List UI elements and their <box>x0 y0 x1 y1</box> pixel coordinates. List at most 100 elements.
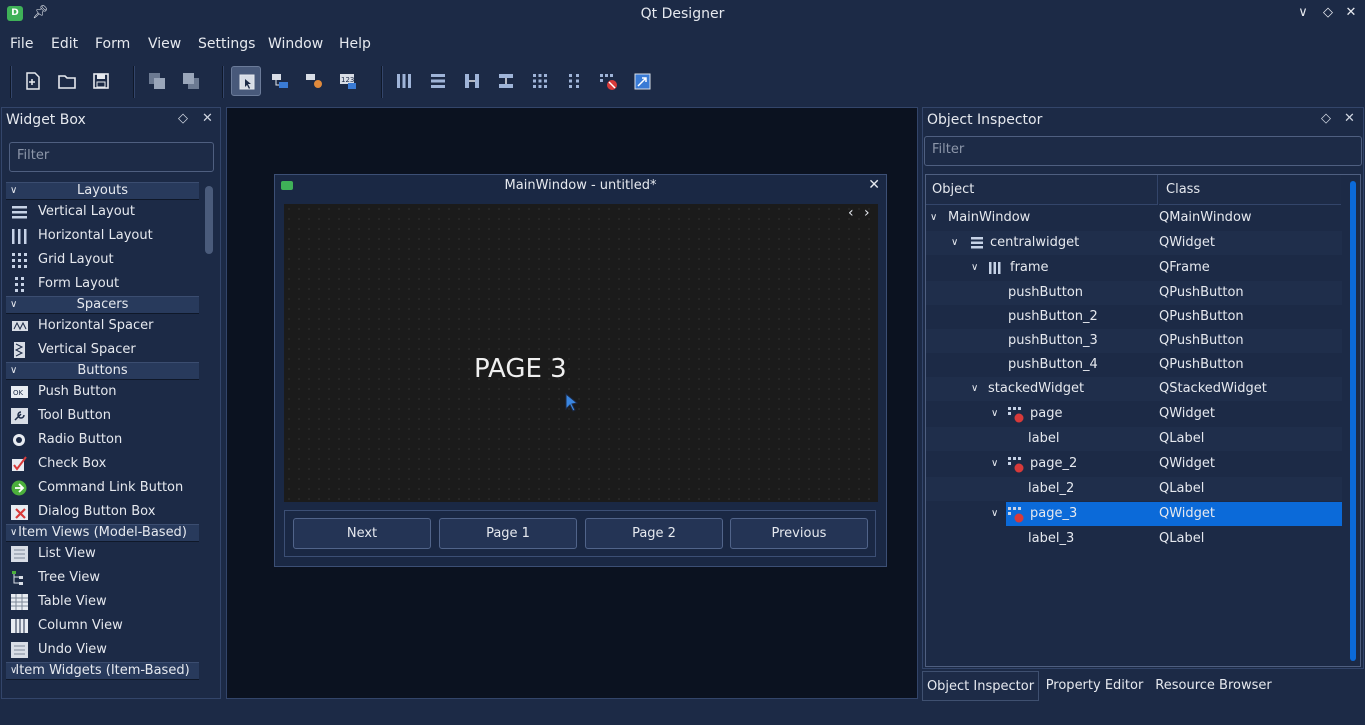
tree-row[interactable]: ∨ stackedWidget QStackedWidget <box>926 377 1342 401</box>
maximize-icon[interactable]: ◇ <box>1320 5 1336 20</box>
float-panel-icon[interactable]: ◇ <box>1321 111 1331 126</box>
close-panel-icon[interactable]: ✕ <box>1344 111 1355 126</box>
edit-signals-slots-button[interactable] <box>265 66 295 96</box>
tree-row[interactable]: ∨ page QWidget <box>926 402 1342 426</box>
widget-vertical-layout[interactable]: Vertical Layout <box>6 200 199 224</box>
page-1-button[interactable]: Page 1 <box>439 518 577 549</box>
new-form-button[interactable] <box>18 66 48 96</box>
category-layouts[interactable]: ∨ Layouts <box>6 182 199 200</box>
next-button[interactable]: Next <box>293 518 431 549</box>
widget-check-box[interactable]: Check Box <box>6 452 199 476</box>
chevron-left-icon[interactable]: ‹ <box>848 205 854 221</box>
widget-radio-button[interactable]: Radio Button <box>6 428 199 452</box>
toolbar-handle[interactable] <box>10 66 12 98</box>
stacked-widget[interactable]: ‹ › PAGE 3 <box>284 204 878 502</box>
tree-row[interactable]: label_2 QLabel <box>926 477 1342 501</box>
menu-settings[interactable]: Settings <box>198 36 255 52</box>
menu-view[interactable]: View <box>148 36 181 52</box>
menu-window[interactable]: Window <box>268 36 323 52</box>
tab-property-editor[interactable]: Property Editor <box>1040 671 1149 701</box>
tab-object-inspector[interactable]: Object Inspector <box>922 671 1039 701</box>
bring-to-front-button[interactable] <box>142 66 172 96</box>
chevron-down-icon[interactable]: ∨ <box>991 502 998 526</box>
tree-row[interactable]: pushButton_3 QPushButton <box>926 329 1342 353</box>
form-window[interactable]: MainWindow - untitled* ✕ ‹ › PAGE 3 Next… <box>274 174 887 567</box>
widget-box-scrollbar[interactable] <box>205 186 213 694</box>
category-spacers[interactable]: ∨ Spacers <box>6 296 199 314</box>
tree-row[interactable]: label QLabel <box>926 427 1342 451</box>
tree-row[interactable]: ∨ centralwidget QWidget <box>926 231 1342 255</box>
lay-out-in-grid-button[interactable] <box>525 66 555 96</box>
chevron-down-icon[interactable]: ∨ <box>930 206 937 230</box>
widget-undo-view[interactable]: Undo View <box>6 638 199 662</box>
edit-widgets-button[interactable] <box>231 66 261 96</box>
page-2-button[interactable]: Page 2 <box>585 518 723 549</box>
object-filter-input[interactable]: Filter <box>924 136 1362 166</box>
edit-widgets-icon <box>239 74 255 90</box>
send-to-back-button[interactable] <box>176 66 206 96</box>
widget-horizontal-layout[interactable]: Horizontal Layout <box>6 224 199 248</box>
column-header-class[interactable]: Class <box>1159 175 1341 205</box>
close-icon[interactable]: ✕ <box>868 177 880 193</box>
widget-tree-view[interactable]: Tree View <box>6 566 199 590</box>
scrollbar-thumb[interactable] <box>205 186 213 254</box>
break-layout-button[interactable] <box>593 66 623 96</box>
open-form-button[interactable] <box>52 66 82 96</box>
tree-row[interactable]: ∨ MainWindow QMainWindow <box>926 206 1342 230</box>
chevron-down-icon[interactable]: ∨ <box>991 452 998 476</box>
category-item-widgets[interactable]: ∨ Item Widgets (Item-Based) <box>6 662 199 680</box>
edit-tab-order-button[interactable]: 123 <box>333 66 363 96</box>
chevron-down-icon: ∨ <box>10 665 18 676</box>
tree-row[interactable]: label_3 QLabel <box>926 527 1342 551</box>
lay-out-in-form-button[interactable] <box>559 66 589 96</box>
tree-row[interactable]: pushButton_4 QPushButton <box>926 353 1342 377</box>
menu-edit[interactable]: Edit <box>51 36 78 52</box>
widget-dialog-button-box[interactable]: Dialog Button Box <box>6 500 199 524</box>
chevron-down-icon[interactable]: ∨ <box>971 377 978 401</box>
check-box-icon <box>12 456 27 471</box>
widget-horizontal-spacer[interactable]: Horizontal Spacer <box>6 314 199 338</box>
widget-form-layout[interactable]: Form Layout <box>6 272 199 296</box>
close-icon[interactable]: ✕ <box>1343 5 1359 20</box>
menu-form[interactable]: Form <box>95 36 130 52</box>
tree-row[interactable]: ∨ frame QFrame <box>926 256 1342 280</box>
menu-help[interactable]: Help <box>339 36 371 52</box>
category-item-views[interactable]: ∨ Item Views (Model-Based) <box>6 524 199 542</box>
widget-filter-input[interactable]: Filter <box>9 142 214 172</box>
chevron-down-icon[interactable]: ∨ <box>951 231 958 255</box>
close-panel-icon[interactable]: ✕ <box>202 111 213 126</box>
tree-row[interactable]: ∨ page_2 QWidget <box>926 452 1342 476</box>
adjust-size-button[interactable] <box>627 66 657 96</box>
chevron-down-icon[interactable]: ∨ <box>991 402 998 426</box>
edit-buddies-button[interactable] <box>299 66 329 96</box>
widget-table-view[interactable]: Table View <box>6 590 199 614</box>
widget-command-link-button[interactable]: Command Link Button <box>6 476 199 500</box>
previous-button[interactable]: Previous <box>730 518 868 549</box>
column-header-object[interactable]: Object <box>926 175 1158 205</box>
lay-out-horizontally-button[interactable] <box>389 66 419 96</box>
menu-file[interactable]: File <box>10 36 33 52</box>
float-panel-icon[interactable]: ◇ <box>178 111 188 126</box>
page-label[interactable]: PAGE 3 <box>474 354 567 384</box>
vertical-layout-icon <box>431 74 445 88</box>
tree-row-selected[interactable]: ∨ page_3 QWidget <box>926 502 1342 526</box>
horizontal-splitter-button[interactable] <box>457 66 487 96</box>
widget-column-view[interactable]: Column View <box>6 614 199 638</box>
minimize-icon[interactable]: ∨ <box>1295 5 1311 20</box>
chevron-down-icon[interactable]: ∨ <box>971 256 978 280</box>
vertical-splitter-button[interactable] <box>491 66 521 96</box>
save-form-button[interactable] <box>86 66 116 96</box>
category-buttons[interactable]: ∨ Buttons <box>6 362 199 380</box>
widget-list-view[interactable]: List View <box>6 542 199 566</box>
widget-vertical-spacer[interactable]: Vertical Spacer <box>6 338 199 362</box>
widget-grid-layout[interactable]: Grid Layout <box>6 248 199 272</box>
chevron-right-icon[interactable]: › <box>864 205 870 221</box>
tree-row[interactable]: pushButton QPushButton <box>926 281 1342 305</box>
widget-push-button[interactable]: OK Push Button <box>6 380 199 404</box>
tree-row[interactable]: pushButton_2 QPushButton <box>926 305 1342 329</box>
tab-resource-browser[interactable]: Resource Browser <box>1151 671 1276 701</box>
widget-tool-button[interactable]: Tool Button <box>6 404 199 428</box>
button-frame[interactable]: Next Page 1 Page 2 Previous <box>284 510 876 557</box>
lay-out-vertically-button[interactable] <box>423 66 453 96</box>
object-tree-scrollbar[interactable] <box>1350 181 1356 661</box>
